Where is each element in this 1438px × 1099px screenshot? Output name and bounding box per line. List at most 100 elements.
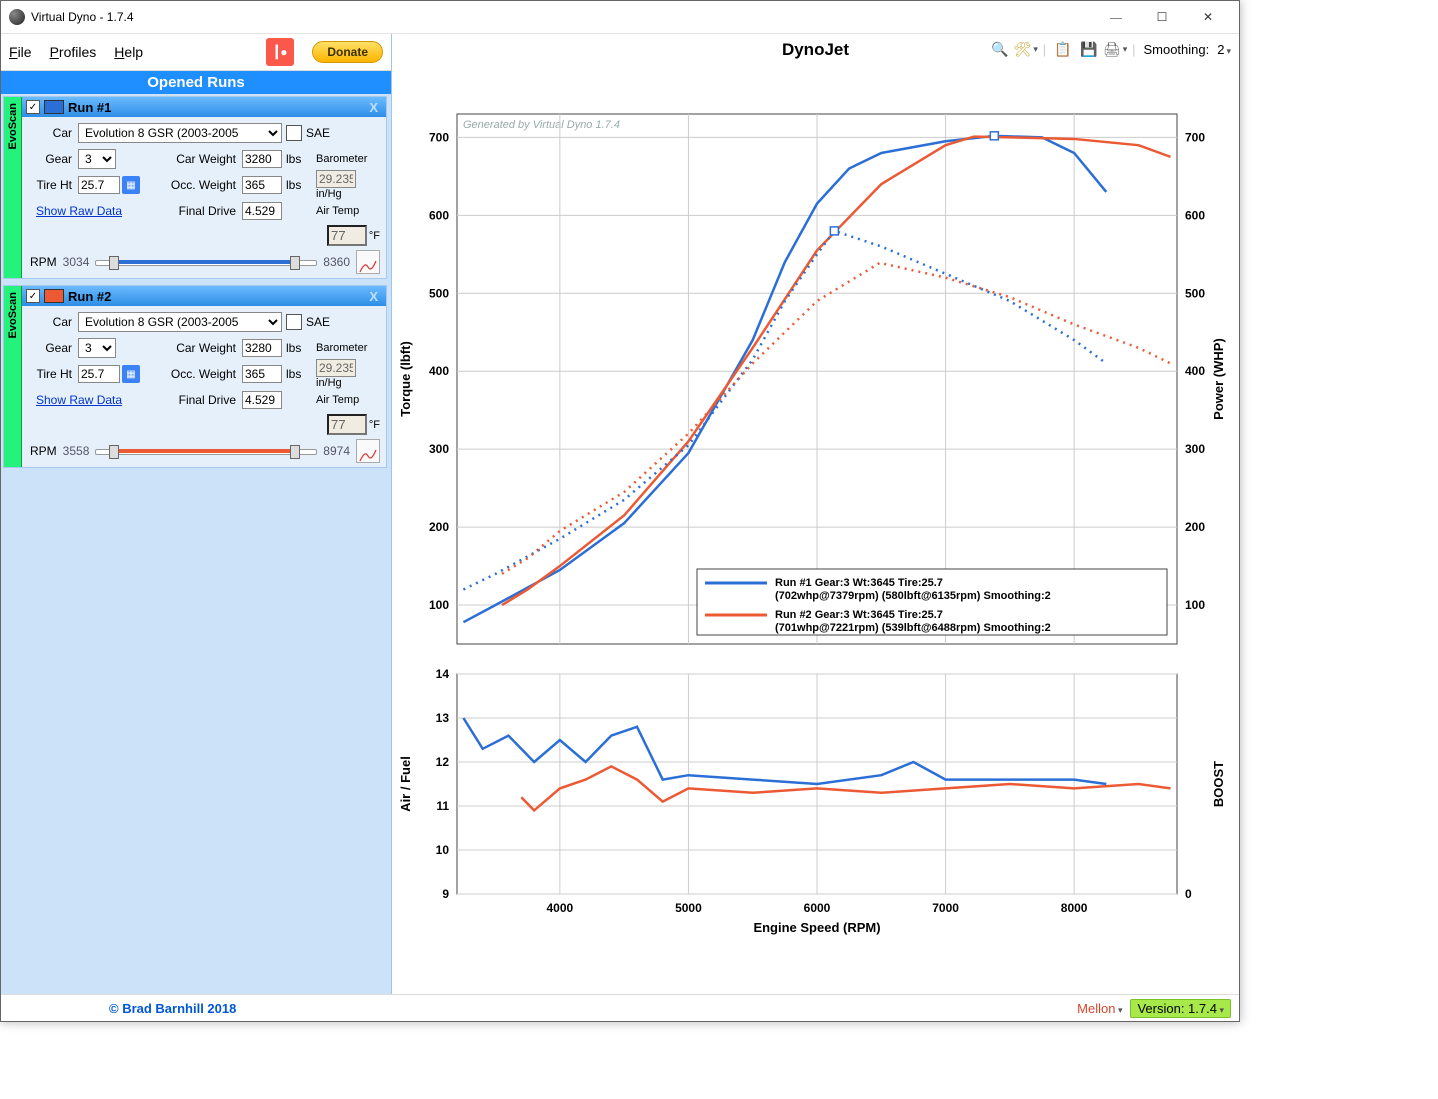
sae-checkbox[interactable] <box>286 314 302 330</box>
rpm-hi-value: 8974 <box>323 444 350 458</box>
chart-svg: Generated by Virtual Dyno 1.7.4100100200… <box>392 44 1238 994</box>
car-weight-input[interactable] <box>242 339 282 357</box>
app-window: Virtual Dyno - 1.7.4 — ☐ ✕ File Profiles… <box>0 0 1240 1022</box>
occ-weight-input[interactable] <box>242 365 282 383</box>
calc-icon[interactable]: ▦ <box>122 176 140 194</box>
label-rpm: RPM <box>30 255 57 269</box>
run-close-icon[interactable]: X <box>365 100 382 115</box>
mini-chart-icon[interactable] <box>356 439 380 463</box>
mini-chart-icon[interactable] <box>356 250 380 274</box>
unit-lbs: lbs <box>286 178 312 192</box>
menu-bar: File Profiles Help ┃● Donate <box>1 34 391 71</box>
rpm-hi-value: 8360 <box>323 255 350 269</box>
unit-f: °F <box>369 419 380 431</box>
label-air-temp: Air Temp <box>316 205 359 217</box>
final-drive-input[interactable] <box>242 391 282 409</box>
car-select[interactable]: Evolution 8 GSR (2003-2005 <box>78 123 282 143</box>
opened-runs-header: Opened Runs <box>1 71 391 94</box>
unit-lbs: lbs <box>286 152 312 166</box>
occ-weight-input[interactable] <box>242 176 282 194</box>
svg-text:7000: 7000 <box>932 901 959 915</box>
label-tire-ht: Tire Ht <box>28 367 74 381</box>
unit-lbs: lbs <box>286 367 312 381</box>
label-rpm: RPM <box>30 444 57 458</box>
run-close-icon[interactable]: X <box>365 289 382 304</box>
patreon-button[interactable]: ┃● <box>266 38 294 66</box>
status-bar: © Brad Barnhill 2018 Mellon Version: 1.7… <box>1 994 1239 1021</box>
svg-text:200: 200 <box>429 520 449 534</box>
sae-label: SAE <box>306 126 330 140</box>
svg-text:500: 500 <box>1185 286 1205 300</box>
svg-text:12: 12 <box>436 755 450 769</box>
svg-text:700: 700 <box>1185 130 1205 144</box>
label-gear: Gear <box>28 341 74 355</box>
user-label[interactable]: Mellon <box>1077 1001 1122 1016</box>
evoscan-tab[interactable]: EvoScan <box>4 97 22 278</box>
window-title: Virtual Dyno - 1.7.4 <box>31 10 1093 24</box>
copyright-label: © Brad Barnhill 2018 <box>109 1001 236 1016</box>
run-header[interactable]: ✓ Run #1 X <box>22 97 386 117</box>
label-car-weight: Car Weight <box>160 152 238 166</box>
rpm-slider[interactable] <box>95 444 317 458</box>
version-badge[interactable]: Version: 1.7.4 <box>1130 999 1231 1018</box>
svg-text:Power (WHP): Power (WHP) <box>1211 338 1226 420</box>
barometer-input[interactable] <box>316 359 356 377</box>
left-panel: File Profiles Help ┃● Donate Opened Runs… <box>1 34 392 994</box>
car-select[interactable]: Evolution 8 GSR (2003-2005 <box>78 312 282 332</box>
label-air-temp: Air Temp <box>316 394 359 406</box>
menu-file[interactable]: File <box>9 44 32 60</box>
minimize-button[interactable]: — <box>1093 1 1139 33</box>
gear-select[interactable]: 3 <box>78 149 116 169</box>
svg-text:9: 9 <box>442 887 449 901</box>
label-final-drive: Final Drive <box>160 393 238 407</box>
label-gear: Gear <box>28 152 74 166</box>
sae-checkbox[interactable] <box>286 125 302 141</box>
car-weight-input[interactable] <box>242 150 282 168</box>
svg-text:11: 11 <box>436 799 449 813</box>
label-tire-ht: Tire Ht <box>28 178 74 192</box>
tire-ht-input[interactable] <box>78 365 120 383</box>
run-color-swatch[interactable] <box>44 100 64 114</box>
label-barometer: Barometer <box>316 153 380 165</box>
svg-text:400: 400 <box>1185 364 1205 378</box>
svg-text:14: 14 <box>436 667 450 681</box>
air-temp-input[interactable] <box>327 414 367 435</box>
close-button[interactable]: ✕ <box>1185 1 1231 33</box>
show-raw-data-link[interactable]: Show Raw Data <box>28 393 156 407</box>
label-final-drive: Final Drive <box>160 204 238 218</box>
donate-button[interactable]: Donate <box>312 41 383 63</box>
run-header[interactable]: ✓ Run #2 X <box>22 286 386 306</box>
tire-ht-input[interactable] <box>78 176 120 194</box>
label-barometer: Barometer <box>316 342 380 354</box>
svg-text:(702whp@7379rpm) (580lbft@6135: (702whp@7379rpm) (580lbft@6135rpm) Smoot… <box>775 590 1051 602</box>
svg-text:6000: 6000 <box>804 901 831 915</box>
chart-area: DynoJet 🔍 🛠 | 📋 💾 🖨 | Smoothing: 2 Gener… <box>392 34 1239 994</box>
maximize-button[interactable]: ☐ <box>1139 1 1185 33</box>
evoscan-tab[interactable]: EvoScan <box>4 286 22 467</box>
unit-f: °F <box>369 230 380 242</box>
show-raw-data-link[interactable]: Show Raw Data <box>28 204 156 218</box>
air-temp-input[interactable] <box>327 225 367 246</box>
unit-inhg: in/Hg <box>316 188 342 200</box>
menu-profiles[interactable]: Profiles <box>50 44 97 60</box>
run-visible-checkbox[interactable]: ✓ <box>26 289 40 303</box>
label-occ-weight: Occ. Weight <box>160 367 238 381</box>
final-drive-input[interactable] <box>242 202 282 220</box>
menu-help[interactable]: Help <box>114 44 143 60</box>
barometer-input[interactable] <box>316 170 356 188</box>
rpm-lo-value: 3034 <box>63 255 90 269</box>
gear-select[interactable]: 3 <box>78 338 116 358</box>
run-visible-checkbox[interactable]: ✓ <box>26 100 40 114</box>
run-color-swatch[interactable] <box>44 289 64 303</box>
run-panel: EvoScan ✓ Run #2 X Car Evolution 8 GSR (… <box>3 285 387 468</box>
svg-text:13: 13 <box>436 711 450 725</box>
svg-text:600: 600 <box>1185 208 1205 222</box>
label-car-weight: Car Weight <box>160 341 238 355</box>
unit-inhg: in/Hg <box>316 377 342 389</box>
content-area: File Profiles Help ┃● Donate Opened Runs… <box>1 34 1239 994</box>
rpm-slider[interactable] <box>95 255 317 269</box>
svg-text:(701whp@7221rpm) (539lbft@6488: (701whp@7221rpm) (539lbft@6488rpm) Smoot… <box>775 622 1051 634</box>
svg-text:400: 400 <box>429 364 449 378</box>
app-icon <box>9 9 25 25</box>
calc-icon[interactable]: ▦ <box>122 365 140 383</box>
